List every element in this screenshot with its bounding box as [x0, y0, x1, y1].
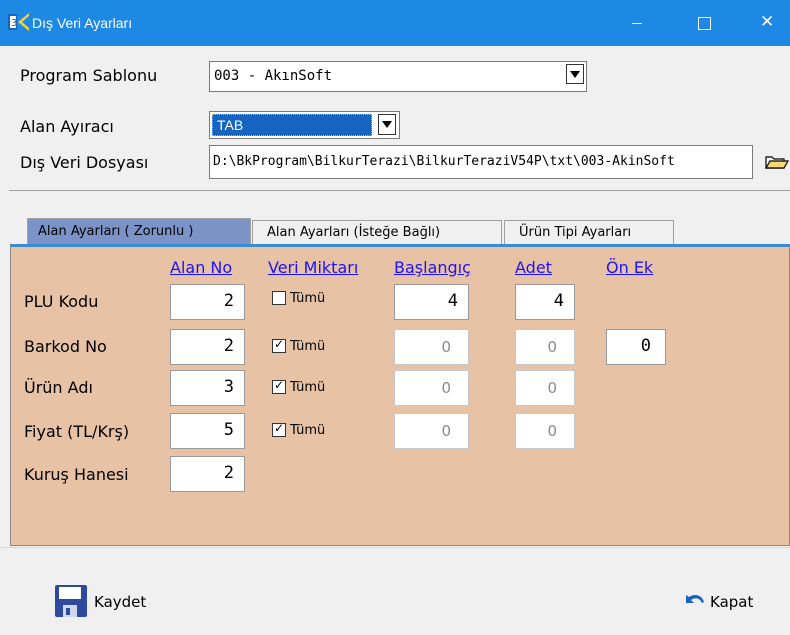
- folder-open-icon[interactable]: [762, 146, 790, 178]
- window-title: Dış Veri Ayarları: [32, 15, 133, 31]
- program-select[interactable]: 003 - AkınSoft: [209, 61, 587, 92]
- urun-adi-adet-input[interactable]: 0: [515, 370, 575, 406]
- row-label-kurus-hanesi: Kuruş Hanesi: [24, 465, 129, 484]
- maximize-button[interactable]: [681, 0, 727, 46]
- separator-selection: TAB: [212, 114, 372, 136]
- close-button[interactable]: Kapat: [683, 590, 773, 614]
- fiyat-tumu-checkbox[interactable]: Tümü: [272, 421, 342, 441]
- plu-adet-input[interactable]: 4: [515, 284, 575, 320]
- fiyat-adet-input[interactable]: 0: [515, 413, 575, 449]
- col-header-on-ek[interactable]: Ön Ek: [606, 258, 653, 277]
- fiyat-alan-no-input[interactable]: 5: [170, 413, 245, 449]
- divider: [9, 190, 790, 191]
- urun-adi-tumu-checkbox[interactable]: Tümü: [272, 378, 342, 398]
- minimize-button[interactable]: [614, 0, 660, 46]
- close-label: Kapat: [710, 593, 754, 611]
- svg-text:3: 3: [11, 18, 17, 29]
- urun-adi-baslangic-input[interactable]: 0: [394, 370, 469, 406]
- checkbox-checked-icon: [272, 421, 286, 437]
- col-header-baslangic[interactable]: Başlangıç: [394, 258, 471, 277]
- col-header-adet[interactable]: Adet: [515, 258, 552, 277]
- urun-adi-alan-no-input[interactable]: 3: [170, 370, 245, 406]
- chevron-down-icon[interactable]: [566, 64, 584, 84]
- file-label: Dış Veri Dosyası: [20, 153, 149, 172]
- file-path-value: D:\BkProgram\BilkurTerazi\BilkurTeraziV5…: [213, 154, 675, 169]
- save-label: Kaydet: [94, 593, 147, 611]
- tab-required-fields[interactable]: Alan Ayarları ( Zorunlu ): [27, 218, 251, 245]
- chevron-down-icon[interactable]: [378, 114, 396, 135]
- barkod-alan-no-input[interactable]: 2: [170, 329, 245, 365]
- file-path-field[interactable]: D:\BkProgram\BilkurTerazi\BilkurTeraziV5…: [209, 145, 753, 179]
- tab-label: Ürün Tipi Ayarları: [519, 225, 632, 240]
- checkbox-checked-icon: [272, 378, 286, 394]
- barkod-tumu-checkbox[interactable]: Tümü: [272, 337, 342, 357]
- tab-optional-fields[interactable]: Alan Ayarları (İsteğe Bağlı): [252, 220, 502, 244]
- separator-label: Alan Ayıracı: [20, 117, 114, 136]
- barkod-adet-input[interactable]: 0: [515, 329, 575, 365]
- barkod-baslangic-input[interactable]: 0: [394, 329, 469, 365]
- close-icon: ✕: [760, 12, 775, 32]
- row-label-urun-adi: Ürün Adı: [24, 378, 93, 397]
- row-label-barkod: Barkod No: [24, 337, 107, 356]
- kurus-hanesi-input[interactable]: 2: [170, 456, 245, 492]
- plu-baslangic-input[interactable]: 4: [394, 284, 469, 320]
- separator-select[interactable]: TAB: [209, 111, 400, 139]
- tab-label: Alan Ayarları ( Zorunlu ): [38, 224, 194, 239]
- title-bar: 3 Dış Veri Ayarları ✕: [0, 0, 790, 46]
- row-label-plu: PLU Kodu: [24, 292, 99, 311]
- checkbox-icon: [272, 291, 286, 305]
- save-button[interactable]: Kaydet: [54, 584, 164, 618]
- close-window-button[interactable]: ✕: [744, 0, 790, 46]
- program-label: Program Sablonu: [20, 66, 158, 85]
- col-header-alan-no[interactable]: Alan No: [170, 258, 232, 277]
- barkod-on-ek-input[interactable]: 0: [606, 329, 666, 365]
- program-value: 003 - AkınSoft: [214, 68, 333, 84]
- plu-alan-no-input[interactable]: 2: [170, 284, 245, 320]
- separator-value: TAB: [217, 117, 244, 133]
- tab-label: Alan Ayarları (İsteğe Bağlı): [267, 225, 441, 240]
- row-label-fiyat: Fiyat (TL/Krş): [24, 422, 130, 441]
- tab-product-type[interactable]: Ürün Tipi Ayarları: [504, 220, 674, 244]
- fiyat-baslangic-input[interactable]: 0: [394, 413, 469, 449]
- checkbox-checked-icon: [272, 337, 286, 353]
- divider: [0, 547, 790, 548]
- floppy-disk-icon: [55, 585, 87, 617]
- plu-tumu-checkbox[interactable]: Tümü: [272, 291, 342, 309]
- col-header-veri-miktari[interactable]: Veri Miktarı: [268, 258, 358, 277]
- app-icon: 3: [8, 13, 29, 31]
- undo-arrow-icon: [686, 594, 704, 603]
